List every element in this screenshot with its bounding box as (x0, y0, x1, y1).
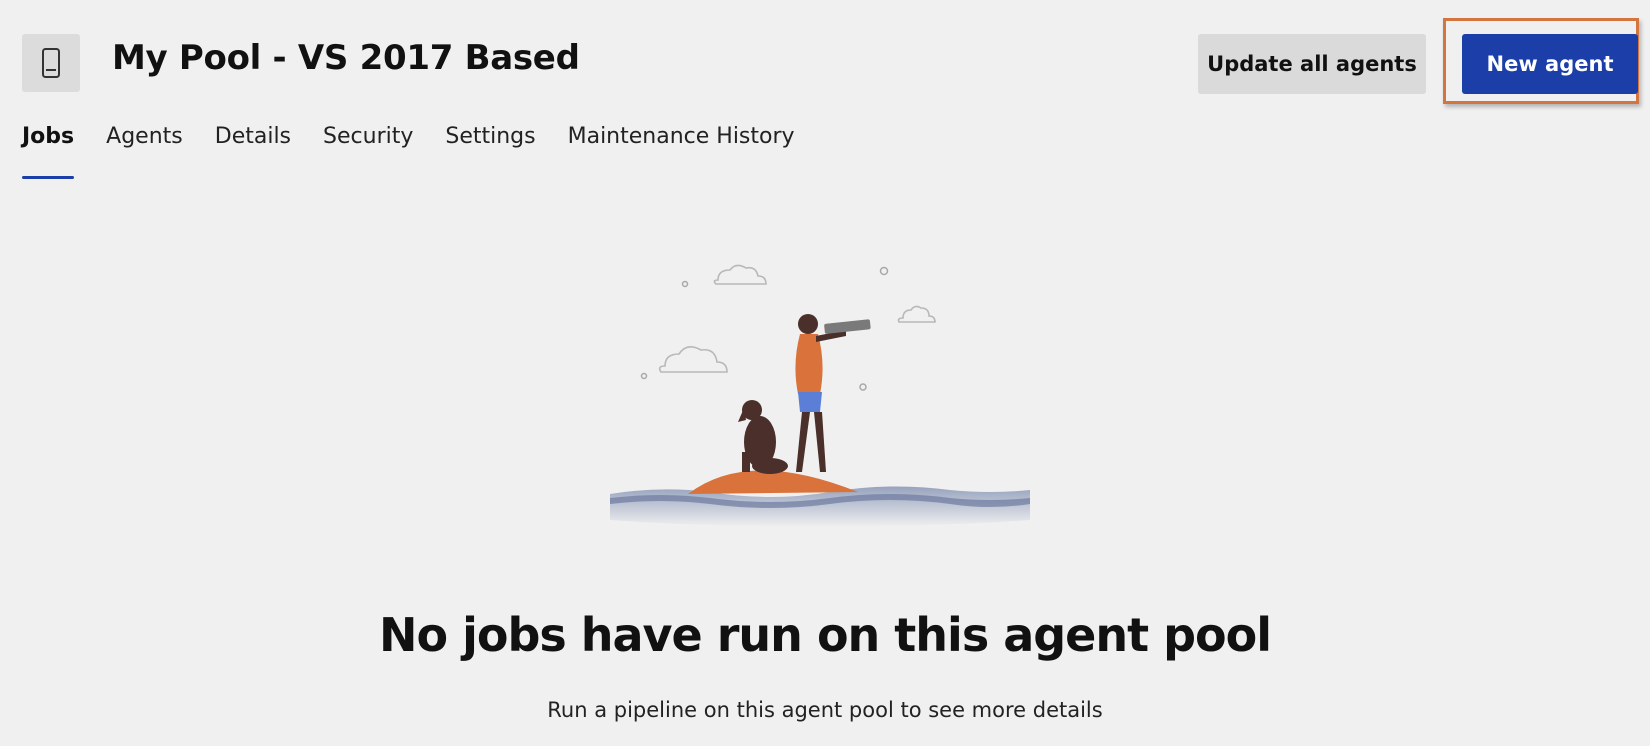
empty-state-title: No jobs have run on this agent pool (378, 608, 1272, 662)
page-header: My Pool - VS 2017 Based Update all agent… (22, 18, 1639, 104)
device-icon (42, 48, 60, 78)
tab-agents[interactable]: Agents (106, 122, 183, 178)
agent-pool-icon (22, 34, 80, 92)
tab-bar: Jobs Agents Details Security Settings Ma… (22, 122, 827, 182)
tab-details[interactable]: Details (215, 122, 291, 178)
page-title: My Pool - VS 2017 Based (112, 38, 580, 78)
tab-maintenance-history[interactable]: Maintenance History (568, 122, 795, 178)
empty-state-subtitle: Run a pipeline on this agent pool to see… (547, 698, 1103, 722)
tab-jobs[interactable]: Jobs (22, 122, 75, 179)
tab-security[interactable]: Security (323, 122, 413, 178)
update-all-agents-button[interactable]: Update all agents (1198, 34, 1426, 94)
person-with-spyglass-figure (795, 314, 871, 472)
tab-settings[interactable]: Settings (445, 122, 535, 178)
agent-pool-page: My Pool - VS 2017 Based Update all agent… (0, 0, 1650, 746)
empty-state-illustration (610, 262, 1030, 562)
dog-figure (738, 400, 788, 474)
new-agent-button[interactable]: New agent (1462, 34, 1638, 94)
